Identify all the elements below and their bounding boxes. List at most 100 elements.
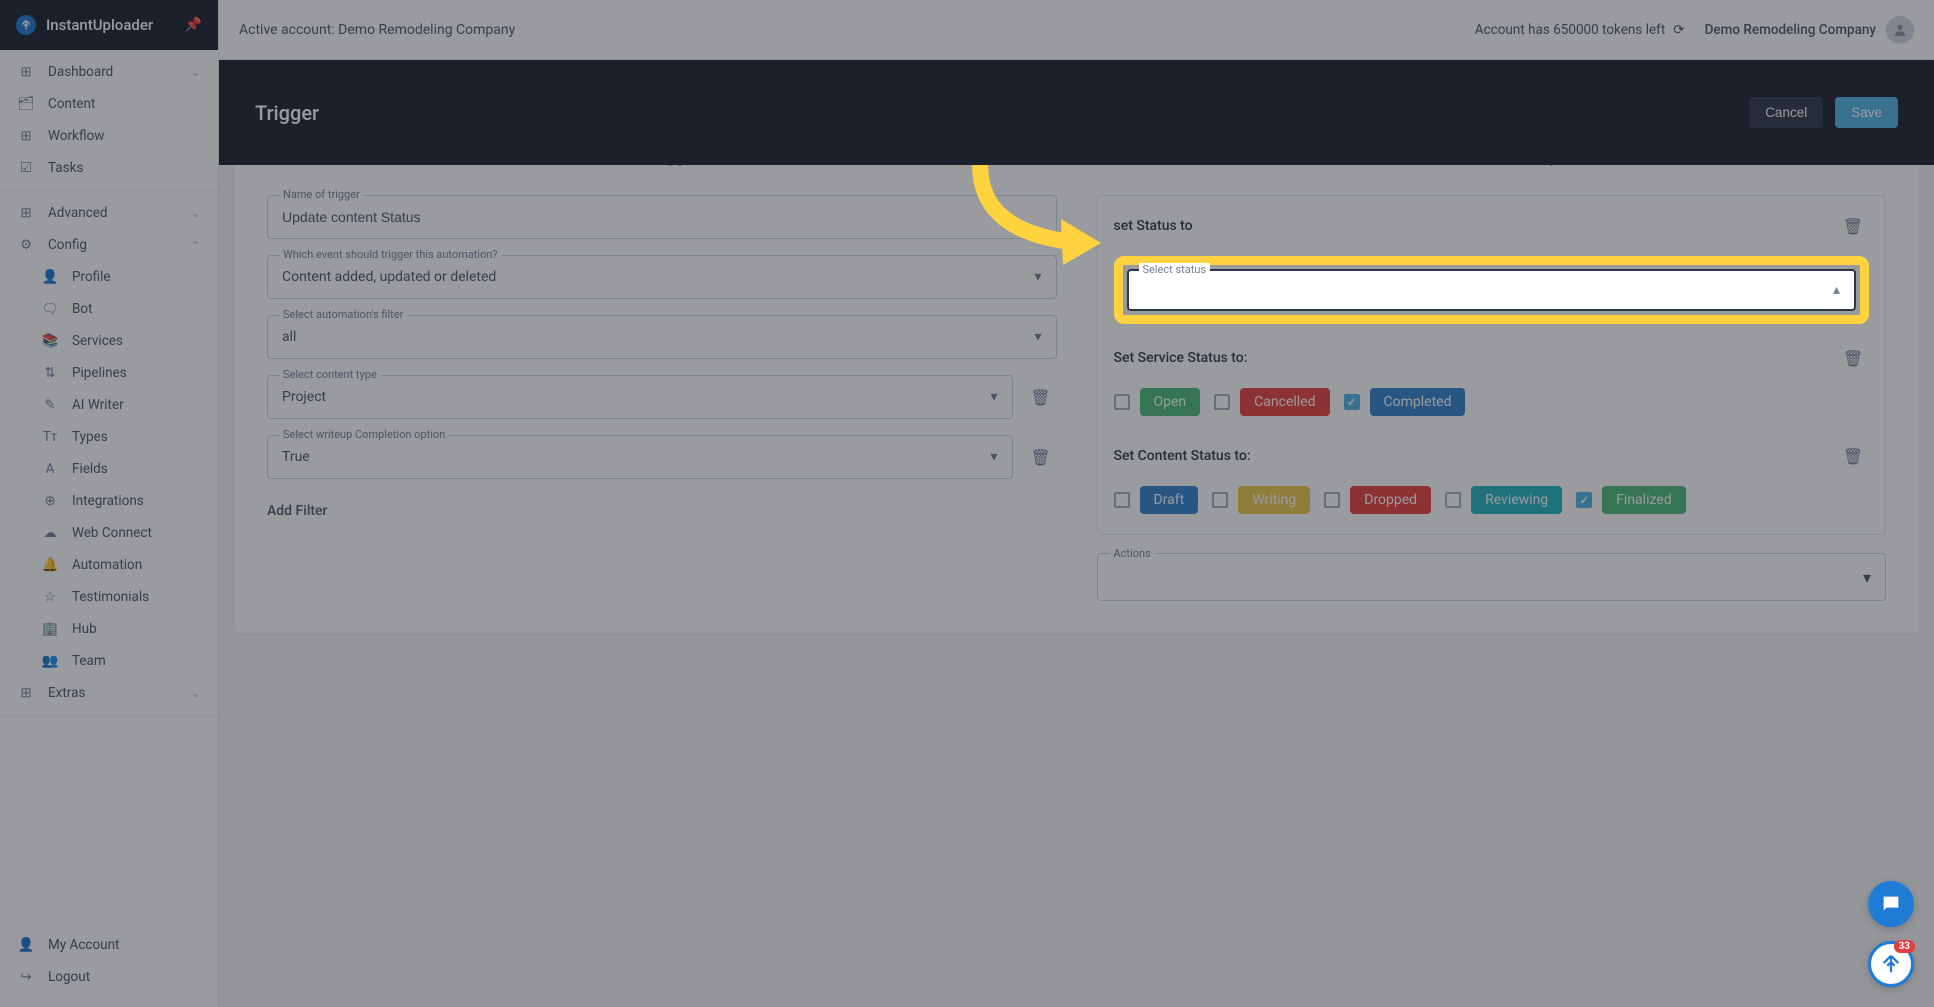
actions-dropdown-label: Actions [1110, 547, 1155, 560]
brand[interactable]: InstantUploader [16, 15, 153, 35]
nav-item-label: Content [48, 96, 95, 112]
filter-select[interactable]: all ▾ [267, 315, 1057, 359]
status-option-dropped[interactable]: Dropped [1324, 486, 1431, 514]
nav-icon: A [42, 461, 58, 477]
refresh-icon[interactable]: ⟳ [1673, 22, 1684, 38]
floating-widgets: 33 [1868, 881, 1914, 987]
sidebar-item-workflow[interactable]: ⊞ Workflow [0, 120, 218, 152]
delete-writeup-button[interactable]: 🗑 [1025, 441, 1057, 473]
nav-icon: Tт [42, 429, 58, 445]
trigger-name-input[interactable] [267, 195, 1057, 239]
select-status-dropdown[interactable]: Select status ▴ [1127, 269, 1857, 311]
checkbox[interactable] [1114, 394, 1130, 410]
content-status-chips: Draft Writing Dropped Reviewing Finalized [1114, 486, 1870, 514]
status-option-draft[interactable]: Draft [1114, 486, 1199, 514]
sidebar-item-ai-writer[interactable]: ✎ AI Writer [0, 389, 218, 421]
add-filter-button[interactable]: Add Filter [267, 503, 328, 519]
sidebar-item-dashboard[interactable]: ⊞Dashboard⌄ [0, 56, 218, 88]
nav-item-label: Pipelines [72, 365, 127, 381]
checkbox[interactable] [1576, 492, 1592, 508]
app-widget-button[interactable]: 33 [1868, 941, 1914, 987]
sidebar-item-content[interactable]: 🗂Content [0, 88, 218, 120]
filter-label: Select automation's filter [279, 308, 407, 321]
topbar: Active account: Demo Remodeling Company … [219, 0, 1934, 60]
status-chip: Dropped [1350, 486, 1431, 514]
avatar-icon [1886, 16, 1914, 44]
content-type-select[interactable]: Project ▾ [267, 375, 1013, 419]
sidebar-footer: 👤My Account↪Logout [0, 921, 218, 1007]
nav-item-label: Types [72, 429, 108, 445]
set-status-title: set Status to [1114, 218, 1193, 234]
nav-item-label: Workflow [48, 128, 104, 144]
sidebar-item-types[interactable]: Tт Types [0, 421, 218, 453]
status-option-completed[interactable]: Completed [1344, 388, 1466, 416]
sidebar-item-pipelines[interactable]: ⇅ Pipelines [0, 357, 218, 389]
writeup-select[interactable]: True ▾ [267, 435, 1013, 479]
sidebar-item-automation[interactable]: 🔔Automation [0, 549, 218, 581]
chat-widget-button[interactable] [1868, 881, 1914, 927]
status-chip: Open [1140, 388, 1201, 416]
delete-content-type-button[interactable]: 🗑 [1025, 381, 1057, 413]
status-option-reviewing[interactable]: Reviewing [1445, 486, 1562, 514]
nav-item-label: Services [72, 333, 123, 349]
nav-item-label: Automation [72, 557, 142, 573]
sidebar-item-logout[interactable]: ↪Logout [0, 961, 218, 993]
status-chip: Reviewing [1471, 486, 1562, 514]
save-button[interactable]: Save [1835, 97, 1898, 128]
sidebar-item-hub[interactable]: 🏢Hub [0, 613, 218, 645]
status-option-open[interactable]: Open [1114, 388, 1201, 416]
checkbox[interactable] [1114, 492, 1130, 508]
nav-icon: ⊞ [18, 128, 34, 144]
sidebar-item-my-account[interactable]: 👤My Account [0, 929, 218, 961]
select-status-label: Select status [1139, 263, 1211, 276]
checkbox[interactable] [1324, 492, 1340, 508]
delete-content-status-button[interactable]: 🗑 [1837, 440, 1869, 472]
sidebar-nav: ⊞Dashboard⌄🗂Content ⊞ Workflow ☑ Tasks ⊞Advan… [0, 50, 218, 921]
nav-item-label: Tasks [48, 160, 83, 176]
sidebar-item-team[interactable]: 👥Team [0, 645, 218, 677]
sidebar-item-advanced[interactable]: ⊞Advanced⌄ [0, 197, 218, 229]
sidebar-item-services[interactable]: 📚Services [0, 325, 218, 357]
nav-icon: ☑ [18, 160, 34, 176]
sidebar-item-config[interactable]: ⚙Config⌃ [0, 229, 218, 261]
chevron-down-icon: ▾ [1034, 269, 1041, 285]
sidebar-item-tasks[interactable]: ☑ Tasks [0, 152, 218, 184]
status-option-finalized[interactable]: Finalized [1576, 486, 1685, 514]
checkbox[interactable] [1212, 492, 1228, 508]
sidebar-item-extras[interactable]: ⊞Extras⌄ [0, 677, 218, 709]
sidebar-item-profile[interactable]: 👤Profile [0, 261, 218, 293]
actions-dropdown[interactable]: Actions ▾ [1097, 553, 1887, 601]
nav-icon: 👥 [42, 653, 58, 669]
status-option-cancelled[interactable]: Cancelled [1214, 388, 1329, 416]
delete-service-status-button[interactable]: 🗑 [1837, 342, 1869, 374]
event-select[interactable]: Content added, updated or deleted ▾ [267, 255, 1057, 299]
sidebar-item-web-connect[interactable]: ☁Web Connect [0, 517, 218, 549]
nav-icon: ⇅ [42, 365, 58, 381]
sidebar-item-fields[interactable]: AFields [0, 453, 218, 485]
nav-item-label: Integrations [72, 493, 144, 509]
checkbox[interactable] [1344, 394, 1360, 410]
status-chip: Finalized [1602, 486, 1685, 514]
sidebar-item-bot[interactable]: 🗨Bot [0, 293, 218, 325]
widget-badge: 33 [1894, 940, 1915, 953]
nav-item-label: Logout [48, 969, 90, 985]
account-switch[interactable]: Demo Remodeling Company [1705, 16, 1914, 44]
sidebar-item-testimonials[interactable]: ☆Testimonials [0, 581, 218, 613]
status-option-writing[interactable]: Writing [1212, 486, 1310, 514]
name-label: Name of trigger [279, 188, 364, 201]
page-body: What should trigger this rule? Name of t… [219, 165, 1934, 1007]
sidebar-item-integrations[interactable]: ⊕Integrations [0, 485, 218, 517]
checkbox[interactable] [1445, 492, 1461, 508]
nav-item-label: AI Writer [72, 397, 124, 413]
chevron-down-icon: ⌄ [191, 207, 200, 220]
nav-icon: ✎ [42, 397, 58, 413]
brand-logo-icon [16, 15, 36, 35]
main: Active account: Demo Remodeling Company … [219, 0, 1934, 1007]
pin-icon[interactable]: 📌 [185, 17, 202, 33]
tokens-remaining: Account has 650000 tokens left ⟳ [1475, 22, 1685, 38]
nav-icon: ⚙ [18, 237, 34, 253]
delete-set-status-button[interactable]: 🗑 [1837, 210, 1869, 242]
event-label: Which event should trigger this automati… [279, 248, 502, 261]
cancel-button[interactable]: Cancel [1749, 97, 1823, 128]
checkbox[interactable] [1214, 394, 1230, 410]
